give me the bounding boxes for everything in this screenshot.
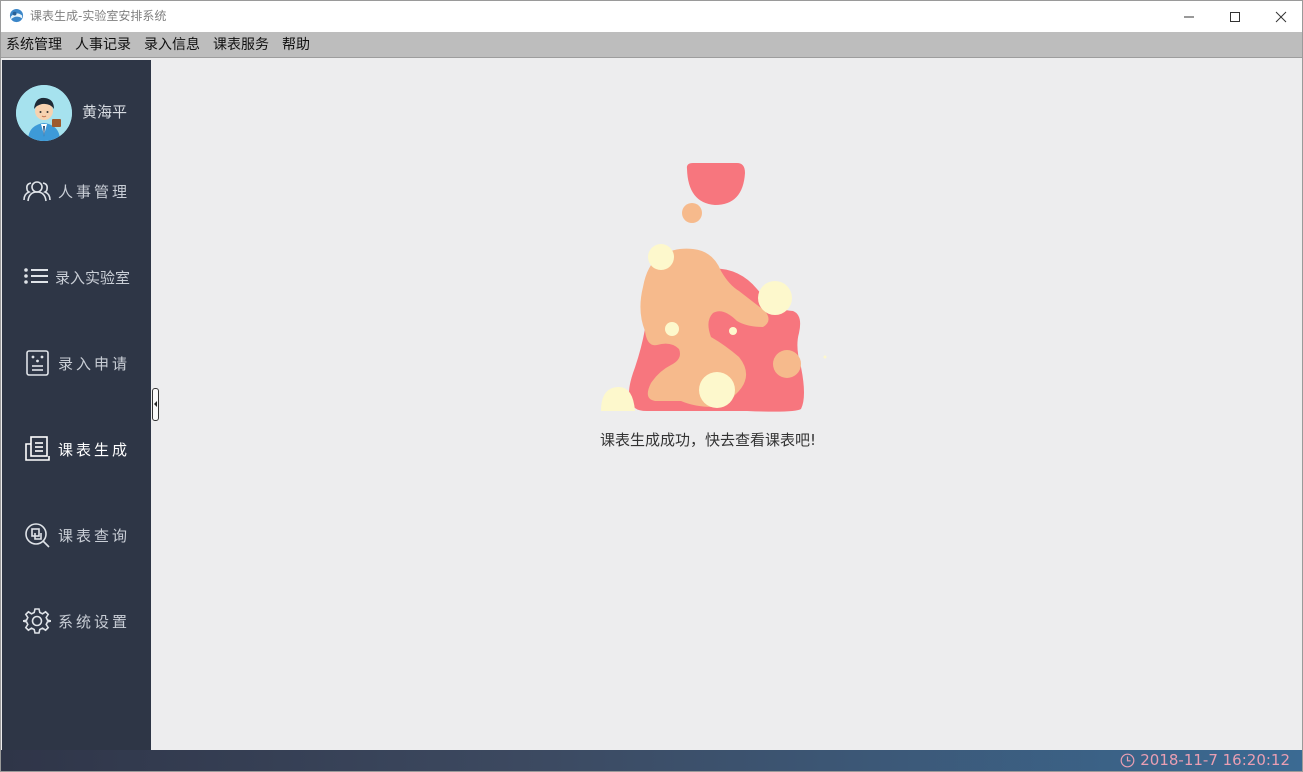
- menu-personnel-records[interactable]: 人事记录: [75, 32, 131, 58]
- sidebar-item-label: 录入实验室: [55, 269, 131, 287]
- search-doc-icon: [25, 523, 50, 548]
- sidebar-item-query-schedule[interactable]: 课表查询: [2, 514, 151, 554]
- close-icon: [1275, 11, 1287, 22]
- menu-help[interactable]: 帮助: [282, 32, 310, 58]
- avatar[interactable]: [16, 85, 72, 141]
- maximize-icon: [1230, 11, 1240, 22]
- menu-system-management[interactable]: 系统管理: [6, 32, 62, 58]
- sidebar-item-label: 课表生成: [58, 441, 131, 459]
- sidebar-item-enter-lab[interactable]: 录入实验室: [2, 256, 151, 296]
- close-button[interactable]: [1258, 1, 1303, 32]
- app-window: 课表生成-实验室安排系统 系统管理 人事记录 录入信息 课表服务 帮助 黄海平 …: [0, 0, 1303, 772]
- sidebar-item-personnel[interactable]: 人事管理: [2, 170, 151, 210]
- sidebar-item-label: 人事管理: [58, 183, 131, 201]
- menu-schedule-service[interactable]: 课表服务: [213, 32, 269, 58]
- sidebar: 黄海平 人事管理 录入实验室 录入申请 课表生成 课表查询 系统设置: [2, 60, 151, 750]
- list-icon: [24, 268, 48, 284]
- minimize-button[interactable]: [1166, 1, 1212, 32]
- form-icon: [26, 350, 49, 376]
- app-logo-icon: [9, 8, 24, 23]
- window-title: 课表生成-实验室安排系统: [30, 9, 167, 23]
- menu-enter-info[interactable]: 录入信息: [144, 32, 200, 58]
- user-name: 黄海平: [82, 103, 128, 121]
- gear-icon: [23, 608, 51, 634]
- sidebar-item-label: 系统设置: [58, 613, 131, 631]
- sidebar-item-generate-schedule[interactable]: 课表生成: [2, 428, 151, 468]
- success-message: 课表生成成功，快去查看课表吧!: [600, 431, 817, 449]
- sidebar-collapse-handle[interactable]: [152, 388, 159, 421]
- title-bar: 课表生成-实验室安排系统: [1, 1, 1302, 32]
- maximize-button[interactable]: [1212, 1, 1258, 32]
- user-avatar-image: [16, 85, 72, 141]
- status-clock: 2018-11-7 16:20:12: [1120, 751, 1290, 769]
- sidebar-item-label: 录入申请: [58, 355, 131, 373]
- minimize-icon: [1184, 16, 1194, 17]
- clock-icon: [1120, 753, 1135, 767]
- sidebar-item-system-settings[interactable]: 系统设置: [2, 600, 151, 640]
- people-icon: [23, 181, 51, 202]
- document-icon: [25, 436, 50, 461]
- sidebar-item-enter-application[interactable]: 录入申请: [2, 342, 151, 382]
- success-illustration: [601, 163, 827, 412]
- menu-bar: 系统管理 人事记录 录入信息 课表服务 帮助: [1, 32, 1302, 58]
- status-bar: 2018-11-7 16:20:12: [1, 750, 1302, 771]
- datetime-text: 2018-11-7 16:20:12: [1140, 751, 1290, 769]
- sidebar-item-label: 课表查询: [58, 527, 131, 545]
